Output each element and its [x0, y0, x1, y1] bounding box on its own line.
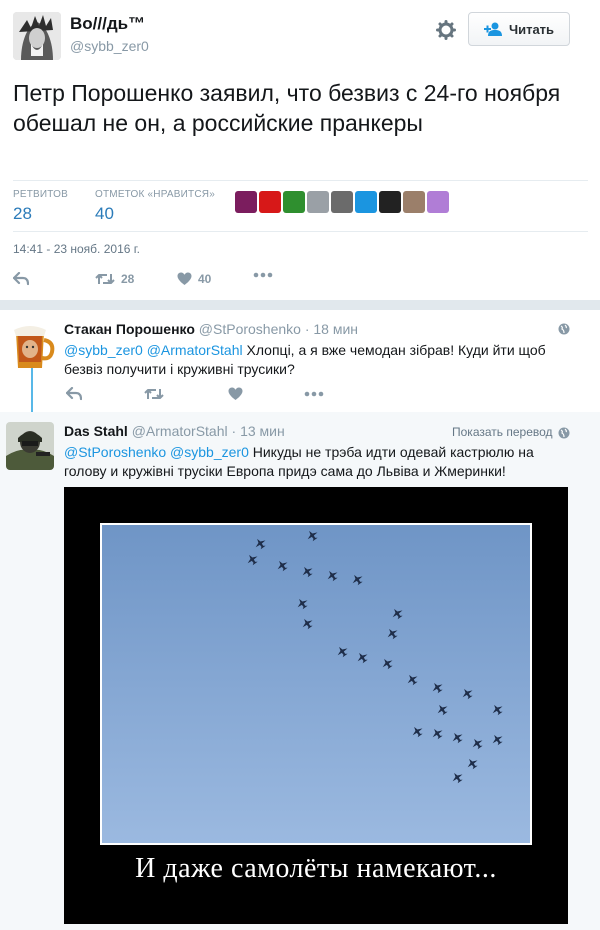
reply1-text: @sybb_zer0 @ArmatorStahl Хлопці, а я вже… [64, 341, 574, 379]
liker-avatar[interactable] [331, 191, 353, 213]
liker-avatar[interactable] [403, 191, 425, 213]
reply1-name: Стакан Порошенко [64, 321, 195, 337]
likes-count: 40 [95, 204, 114, 223]
liker-avatar[interactable] [259, 191, 281, 213]
reply1-time[interactable]: · 18 мин [305, 321, 358, 337]
retweet-icon [95, 274, 115, 284]
follow-button[interactable]: Читать [468, 12, 570, 46]
reply1-reply-action[interactable] [66, 387, 82, 401]
liker-avatar[interactable] [427, 191, 449, 213]
reply-icon [66, 387, 82, 401]
retweets-label: РЕТВИТОВ [13, 189, 69, 200]
reply2-time[interactable]: · 13 мин [232, 423, 285, 439]
reply2-avatar[interactable] [6, 422, 54, 470]
retweets-count: 28 [13, 204, 32, 223]
liker-avatar[interactable] [307, 191, 329, 213]
heart-icon [228, 387, 243, 400]
retweet-count: 28 [121, 272, 135, 286]
globe-icon[interactable] [558, 427, 570, 439]
author-name[interactable]: Во///дь™ [70, 14, 145, 34]
tweet-text: Петр Порошенко заявил, что безвиз с 24-г… [13, 80, 561, 136]
reply-icon [13, 272, 29, 286]
reply-avatar[interactable] [8, 322, 56, 370]
more-icon [253, 272, 273, 278]
reply1-like-action[interactable] [228, 387, 243, 401]
reply1-mention-2[interactable]: @ArmatorStahl [147, 342, 243, 358]
main-tweet: Во///дь™ @sybb_zer0 Читать Петр Порошенк… [0, 0, 600, 300]
reply1-handle: @StPoroshenko [198, 321, 301, 337]
author-handle[interactable]: @sybb_zer0 [70, 38, 149, 54]
tweet-stats: РЕТВИТОВ 28 ОТМЕТОК «НРАВИТСЯ» 40 [13, 180, 588, 232]
liker-avatar[interactable] [355, 191, 377, 213]
more-icon [304, 391, 324, 397]
tweet-timestamp[interactable]: 14:41 - 23 нояб. 2016 г. [13, 242, 140, 256]
reply-tweet-highlighted: Das Stahl @ArmatorStahl · 13 мин Показат… [0, 412, 600, 930]
separator [0, 300, 600, 310]
attached-image[interactable]: И даже самолёты намекают... [64, 487, 568, 924]
reply1-author[interactable]: Стакан Порошенко @StPoroshenko · 18 мин [64, 321, 358, 337]
heart-icon [177, 272, 192, 285]
add-user-icon [483, 22, 502, 36]
reply-tweet: Стакан Порошенко @StPoroshenko · 18 мин … [0, 310, 600, 426]
planes-in-sky [102, 525, 530, 843]
reply2-name: Das Stahl [64, 423, 128, 439]
liker-avatar[interactable] [235, 191, 257, 213]
retweet-action[interactable]: 28 [95, 272, 134, 286]
reply2-text: @StPoroshenko @sybb_zer0 Никуды не трэба… [64, 443, 544, 481]
liker-avatars [235, 191, 449, 213]
retweet-icon [144, 389, 164, 399]
likes-stat[interactable]: ОТМЕТОК «НРАВИТСЯ» 40 [95, 189, 215, 224]
tweet-actions: 28 40 [13, 272, 413, 292]
translate-link[interactable]: Показать перевод [452, 425, 553, 439]
reply2-mention-2[interactable]: @sybb_zer0 [170, 444, 249, 460]
like-count: 40 [198, 272, 212, 286]
liker-avatar[interactable] [379, 191, 401, 213]
reply1-retweet-action[interactable] [144, 387, 164, 401]
retweets-stat[interactable]: РЕТВИТОВ 28 [13, 189, 68, 224]
gear-icon[interactable] [436, 20, 456, 40]
likes-label: ОТМЕТОК «НРАВИТСЯ» [95, 189, 215, 200]
reply1-more-action[interactable] [304, 391, 324, 397]
more-action[interactable] [253, 272, 273, 278]
globe-icon[interactable] [558, 323, 570, 335]
author-avatar[interactable] [13, 12, 61, 60]
reply2-author[interactable]: Das Stahl @ArmatorStahl · 13 мин [64, 423, 285, 439]
reply2-mention-1[interactable]: @StPoroshenko [64, 444, 166, 460]
liker-avatar[interactable] [283, 191, 305, 213]
like-action[interactable]: 40 [177, 272, 211, 286]
reply-action[interactable] [13, 272, 29, 286]
image-caption: И даже самолёты намекают... [135, 853, 497, 884]
sky-photo [100, 523, 532, 845]
reply2-handle: @ArmatorStahl [131, 423, 228, 439]
reply1-mention-1[interactable]: @sybb_zer0 [64, 342, 143, 358]
follow-label: Читать [508, 21, 555, 37]
